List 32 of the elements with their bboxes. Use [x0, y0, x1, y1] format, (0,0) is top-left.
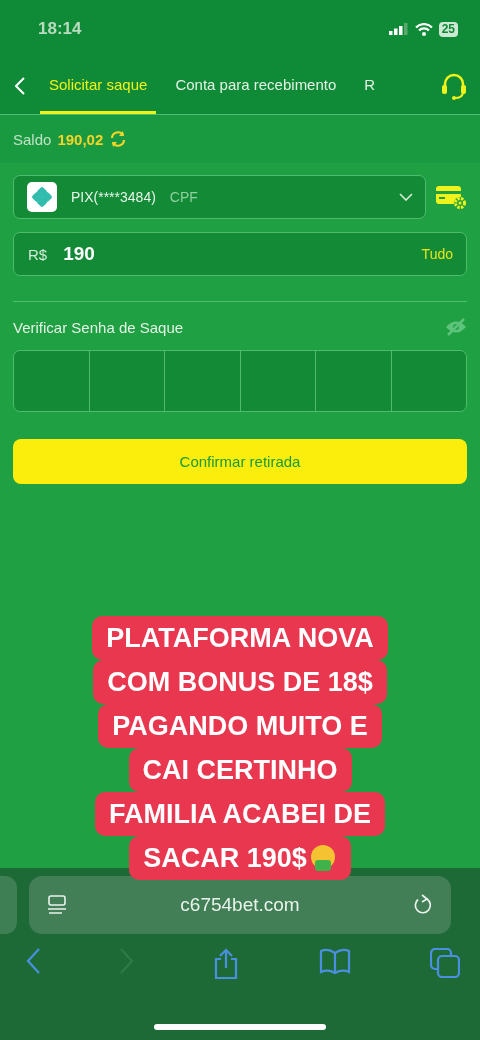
card-settings-icon[interactable] — [436, 184, 467, 210]
account-type: CPF — [169, 189, 198, 205]
share-icon[interactable] — [213, 948, 239, 980]
reader-icon[interactable] — [47, 895, 67, 915]
tab[interactable]: R — [355, 58, 385, 114]
amount-field[interactable]: R$ 190 Tudo — [13, 232, 467, 276]
amount-value: 190 — [63, 243, 96, 265]
password-label: Verificar Senha de Saque — [13, 318, 184, 336]
signal-icon — [388, 23, 409, 35]
refresh-icon[interactable] — [109, 130, 128, 148]
back-icon[interactable] — [26, 948, 40, 974]
pix-logo-icon — [27, 182, 57, 212]
previous-tab-preview[interactable] — [0, 876, 17, 934]
chevron-down-icon — [399, 193, 413, 201]
battery-indicator: 25 — [438, 21, 458, 37]
account-number: PIX(****3484) — [71, 189, 156, 205]
eye-slash-icon[interactable] — [445, 318, 467, 336]
address-bar[interactable]: c6754bet.com — [29, 876, 451, 934]
confirm-button[interactable]: Confirmar retirada — [13, 439, 467, 484]
headset-icon[interactable] — [440, 72, 468, 100]
book-icon[interactable] — [318, 948, 351, 974]
url-text: c6754bet.com — [179, 894, 301, 916]
balance-label: Saldo — [13, 130, 52, 148]
tab[interactable]: Conta para recebimento — [166, 58, 346, 114]
all-amount-button[interactable]: Tudo — [421, 246, 453, 262]
balance-value: 190,02 — [57, 130, 104, 148]
wifi-icon — [414, 22, 433, 36]
account-select[interactable]: PIX(****3484) CPF — [13, 175, 426, 219]
reload-icon[interactable] — [413, 894, 433, 916]
status-time: 18:14 — [38, 19, 82, 39]
tabs-icon[interactable] — [430, 948, 460, 978]
currency-label: R$ — [28, 245, 48, 263]
